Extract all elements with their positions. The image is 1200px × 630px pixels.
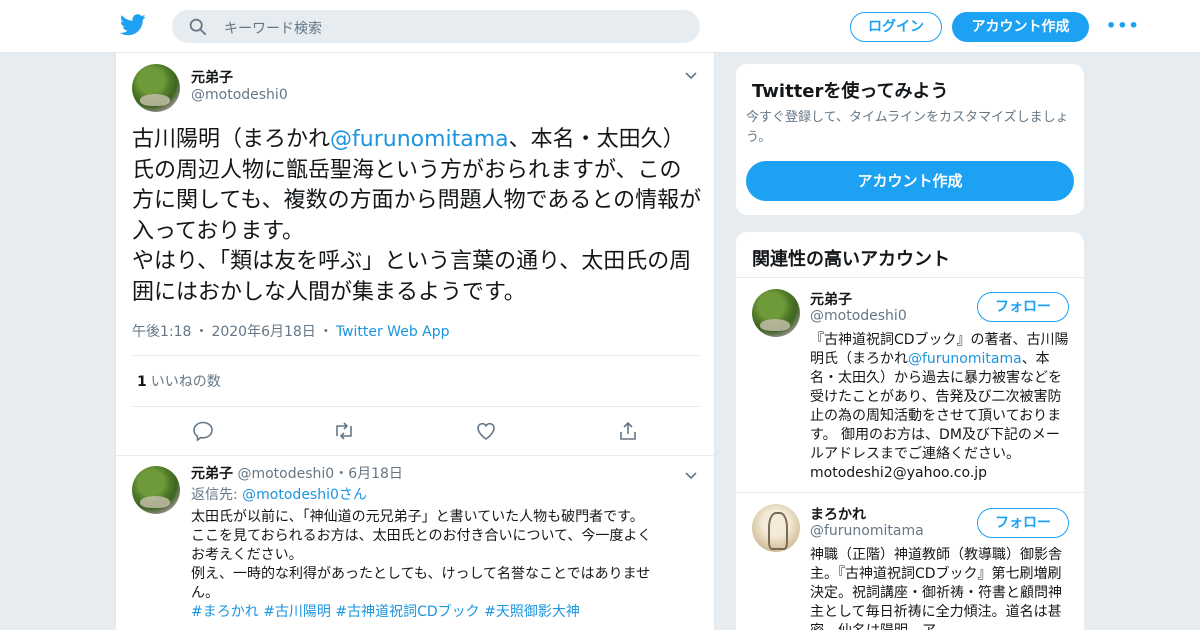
like-count-label: いいねの数 — [150, 374, 221, 390]
follow-button[interactable]: フォロー — [977, 508, 1069, 538]
account-handle[interactable]: @motodeshi0 — [810, 308, 907, 324]
tweet-source-link[interactable]: Twitter Web App — [336, 324, 450, 340]
tweet-text: 古川陽明（まろかれ@furunomitama、本名・太田久）氏の周辺人物に甑岳聖… — [132, 125, 702, 308]
bio-text: 、本名・太田久）から過去に暴力被害などを受けたことがあり、告発及び二次被害防止の… — [810, 351, 1062, 481]
separator: ・ — [318, 324, 333, 340]
reply-to-label: 返信先: — [191, 487, 238, 503]
search-input[interactable]: キーワード検索 — [172, 10, 700, 43]
hashtag-link[interactable]: #天照御影大神 — [484, 604, 580, 620]
signup-card-subtitle: 今すぐ登録して、タイムラインをカスタマイズしましょう。 — [746, 110, 1069, 145]
hashtag-link[interactable]: #古川陽明 — [263, 604, 331, 620]
account-handle[interactable]: @furunomitama — [810, 523, 924, 539]
tweet-column: 元弟子 @motodeshi0 古川陽明（まろかれ@furunomitama、本… — [115, 53, 715, 630]
reply-author-handle[interactable]: @motodeshi0 — [237, 466, 334, 482]
login-button[interactable]: ログイン — [850, 12, 942, 42]
reply-header: 元弟子 @motodeshi0・6月18日 — [191, 465, 403, 484]
follow-button[interactable]: フォロー — [977, 292, 1069, 322]
signup-card-button[interactable]: アカウント作成 — [746, 161, 1074, 201]
retweet-icon[interactable] — [332, 419, 356, 443]
reply-to-link[interactable]: @motodeshi0 — [242, 487, 339, 503]
divider — [736, 492, 1084, 493]
more-dots-icon[interactable]: ••• — [1106, 16, 1140, 35]
search-placeholder: キーワード検索 — [224, 21, 322, 37]
hashtag-link[interactable]: #まろかれ — [191, 604, 259, 620]
tweet-meta: 午後1:18 ・ 2020年6月18日・ Twitter Web App — [132, 321, 450, 341]
account-name[interactable]: 元弟子 — [810, 289, 852, 309]
chevron-down-icon[interactable] — [685, 472, 697, 480]
tweet-text-part: 古川陽明（まろかれ — [132, 127, 331, 152]
tweet-author-name[interactable]: 元弟子 — [191, 67, 233, 87]
account-bio: 神職（正階）神道教師（教導職）御影舎主。『古神道祝詞CDブック』第七刷増刷決定。… — [810, 547, 1062, 630]
chevron-down-icon[interactable] — [685, 72, 697, 80]
related-accounts-card: 関連性の高いアカウント 元弟子 @motodeshi0 フォロー 『古神道祝詞C… — [735, 231, 1085, 630]
divider — [736, 277, 1084, 278]
twitter-logo-icon[interactable] — [120, 13, 146, 37]
avatar[interactable] — [132, 64, 180, 112]
separator: ・ — [194, 324, 209, 340]
account-bio: 『古神道祝詞CDブック』の著者、古川陽明氏（まろかれ@furunomitama、… — [810, 331, 1072, 483]
reply-text-line: お考えください。 — [191, 547, 303, 563]
tweet-date[interactable]: 2020年6月18日 — [211, 324, 315, 340]
avatar[interactable] — [132, 466, 180, 514]
tweet-time[interactable]: 午後1:18 — [132, 324, 191, 340]
reply-text-line: 太田氏が以前に、「神仙道の元兄弟子」と書いていた人物も破門者です。 — [191, 509, 644, 525]
share-icon[interactable] — [616, 419, 640, 443]
signup-button[interactable]: アカウント作成 — [952, 12, 1089, 42]
search-icon — [189, 18, 207, 36]
tweet-author-handle[interactable]: @motodeshi0 — [191, 87, 288, 103]
reply-date[interactable]: 6月18日 — [348, 466, 403, 482]
divider — [132, 406, 700, 407]
reply-text-line: ここを見ておられるお方は、太田氏とのお付き合いについて、今一度よく — [191, 528, 652, 544]
avatar[interactable] — [752, 504, 800, 552]
related-card-title: 関連性の高いアカウント — [752, 249, 950, 270]
reply-text-line: ん。 — [191, 585, 219, 601]
avatar[interactable] — [752, 289, 800, 337]
mention-link[interactable]: @furunomitama — [330, 127, 509, 152]
like-icon[interactable] — [474, 419, 498, 443]
divider — [132, 355, 700, 356]
reply-text-line: 例え、一時的な利得があったとしても、けっして名誉なことではありませ — [191, 566, 651, 582]
mention-link[interactable]: @furunomitama — [908, 351, 1022, 367]
separator: ・ — [334, 466, 349, 482]
reply-author-name[interactable]: 元弟子 — [191, 466, 233, 482]
reply-icon[interactable] — [191, 419, 215, 443]
signup-card: Twitterを使ってみよう 今すぐ登録して、タイムラインをカスタマイズしましょ… — [735, 63, 1085, 216]
hashtag-link[interactable]: #古神道祝詞CDブック — [335, 604, 479, 620]
hashtag-list: #まろかれ #古川陽明 #古神道祝詞CDブック #天照御影大神 — [191, 603, 701, 622]
top-bar: キーワード検索 ログイン アカウント作成 ••• — [0, 0, 1200, 53]
reply-to: 返信先: @motodeshi0さん — [191, 486, 367, 505]
tweet-separator — [116, 455, 714, 456]
account-name[interactable]: まろかれ — [810, 504, 866, 524]
signup-card-title: Twitterを使ってみよう — [752, 81, 949, 102]
like-count-number: 1 — [137, 374, 147, 390]
reply-to-suffix[interactable]: さん — [339, 487, 367, 503]
like-count[interactable]: 1 いいねの数 — [137, 371, 221, 391]
tweet-text-part: やはり、「類は友を呼ぶ」という言葉の通り、太田氏の周囲にはおかしな人間が集まるよ… — [132, 249, 692, 305]
reply-text: 太田氏が以前に、「神仙道の元兄弟子」と書いていた人物も破門者です。 ここを見てお… — [191, 508, 701, 622]
